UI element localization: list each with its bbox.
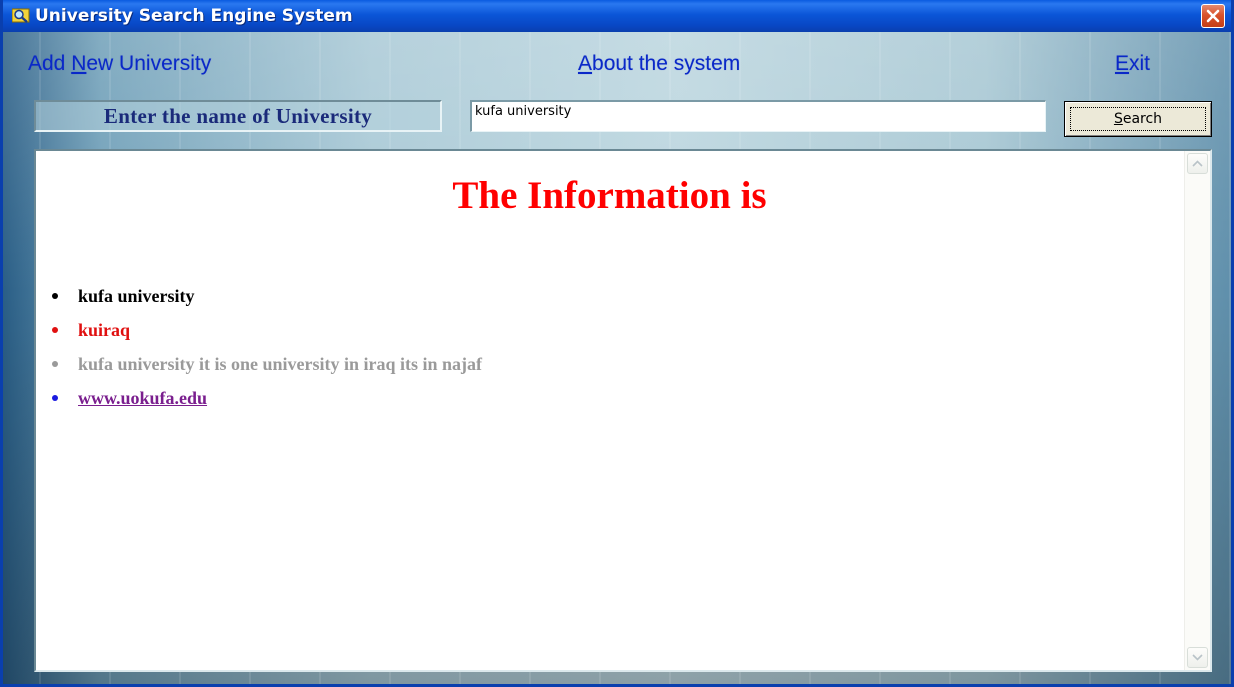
scroll-down-button[interactable]: [1187, 647, 1208, 668]
bullet-icon: [52, 361, 58, 367]
university-description: kufa university it is one university in …: [78, 353, 483, 374]
menu-bar: Add New University About the system Exit: [3, 32, 1231, 92]
results-heading: The Information is: [452, 174, 767, 217]
about-the-system-suffix: bout the system: [592, 52, 741, 75]
bullet-icon: [52, 293, 58, 299]
search-label-box: Enter the name of University: [34, 100, 442, 132]
list-item: kufa university it is one university in …: [52, 347, 482, 381]
list-item: www.uokufa.edu: [52, 381, 482, 415]
about-the-system-link[interactable]: About the system: [578, 52, 740, 76]
close-icon: [1206, 9, 1220, 23]
search-label: Enter the name of University: [103, 103, 373, 128]
exit-link[interactable]: Exit: [1115, 52, 1150, 76]
scroll-up-button[interactable]: [1187, 153, 1208, 174]
search-button-focus-rect: Search: [1070, 107, 1206, 131]
list-item: kufa university: [52, 279, 482, 313]
magnifier-app-icon: [11, 8, 30, 24]
bullet-icon: [52, 327, 58, 333]
add-new-university-link[interactable]: Add New University: [28, 52, 211, 76]
university-name-input[interactable]: [470, 100, 1046, 132]
university-code: kuiraq: [78, 319, 131, 340]
results-list: kufa university kuiraq kufa university i…: [52, 279, 482, 415]
exit-accel: E: [1115, 52, 1130, 75]
exit-suffix: xit: [1129, 52, 1151, 75]
chevron-up-icon: [1192, 160, 1203, 167]
search-button-suffix: earch: [1122, 111, 1163, 127]
bullet-icon: [52, 395, 58, 401]
list-item: kuiraq: [52, 313, 482, 347]
results-page: The Information is kufa university kuira…: [36, 151, 1183, 670]
search-button-accel: S: [1113, 111, 1123, 127]
window-title: University Search Engine System: [35, 6, 353, 26]
chevron-down-icon: [1192, 654, 1203, 661]
university-name: kufa university: [78, 285, 195, 306]
vertical-scrollbar[interactable]: [1184, 151, 1210, 670]
add-new-university-prefix: Add: [28, 52, 72, 75]
app-window: University Search Engine System Add New …: [0, 0, 1234, 687]
close-button[interactable]: [1201, 4, 1225, 28]
about-the-system-accel: A: [578, 52, 593, 75]
add-new-university-suffix: ew University: [86, 52, 212, 75]
results-browser[interactable]: The Information is kufa university kuira…: [34, 149, 1212, 672]
university-website-link[interactable]: www.uokufa.edu: [78, 388, 207, 409]
add-new-university-accel: N: [71, 52, 87, 75]
search-button[interactable]: Search: [1064, 101, 1212, 137]
search-row: Enter the name of University Search: [3, 92, 1231, 142]
title-bar[interactable]: University Search Engine System: [3, 0, 1231, 32]
